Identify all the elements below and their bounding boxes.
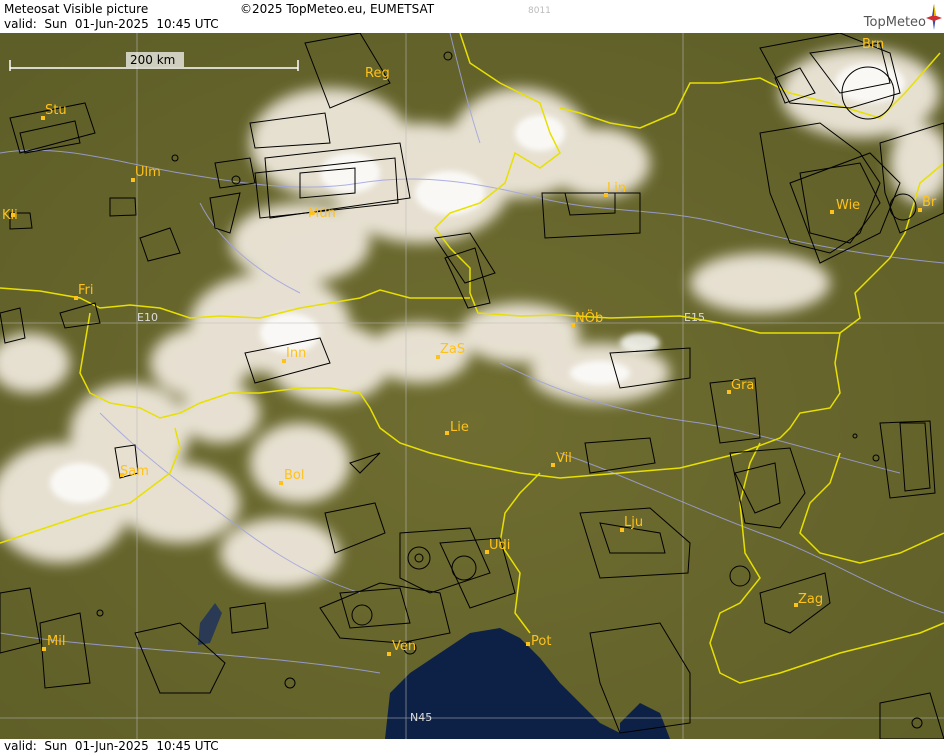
city-label-gra: Gra [731,378,754,393]
city-label-reg: Reg [365,66,390,81]
scale-label: 200 km [130,53,175,67]
satellite-viewer: Meteosat Visible picture ©2025 TopMeteo.… [0,0,944,753]
footer-bar: valid: Sun 01-Jun-2025 10:45 UTC [0,739,944,753]
city-label-nob: NÖb [575,309,603,326]
city-label-lju: Lju [624,515,643,530]
compass-star-icon [926,4,942,30]
city-label-br: Br [922,195,937,210]
city-label-fri: Fri [78,283,94,298]
city-label-ulm: Ulm [135,165,161,180]
city-label-lin: Lin [607,181,626,196]
city-label-udi: Udi [489,538,510,553]
topmeteo-logo: TopMeteo [863,15,926,30]
city-label-ven: Ven [392,639,416,654]
city-label-zas: ZaS [440,342,465,357]
city-label-bol: Bol [284,468,304,483]
city-label-mil: Mil [47,634,65,649]
satellite-map[interactable]: E10 E15 N45 200 km Stu Ulm Mün Reg Brn L… [0,33,944,739]
city-label-sam: Sam [120,464,149,479]
city-label-wie: Wie [836,198,860,213]
picture-title: Meteosat Visible picture [4,2,149,16]
city-label-stu: Stu [45,103,67,118]
grid-label-e10: E10 [137,311,158,324]
city-label-inn: Inn [286,346,306,361]
valid-time: valid: Sun 01-Jun-2025 10:45 UTC [4,17,219,31]
city-label-mun: Mün [308,206,336,221]
city-label-kli: Kli [2,208,18,223]
product-code: 8011 [528,6,551,16]
city-label-pot: Pot [531,634,551,649]
city-label-lie: Lie [450,420,469,435]
city-label-brn: Brn [862,37,884,52]
grid-label-n45: N45 [410,711,432,724]
footer-valid-time: valid: Sun 01-Jun-2025 10:45 UTC [4,739,219,753]
city-label-zag: Zag [798,592,823,607]
copyright-text: ©2025 TopMeteo.eu, EUMETSAT [240,2,435,16]
city-label-vil: Vil [556,451,572,466]
header-bar: Meteosat Visible picture ©2025 TopMeteo.… [0,0,944,33]
